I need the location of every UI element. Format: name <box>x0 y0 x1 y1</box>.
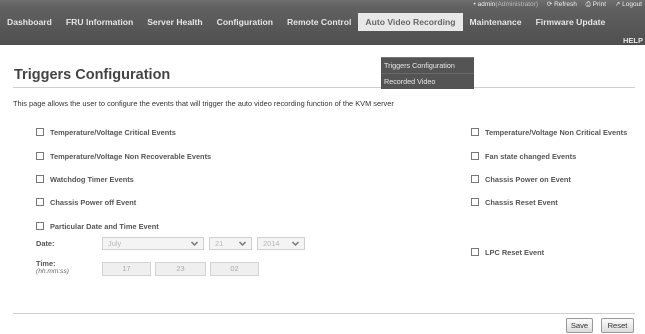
trigger-label: LPC Reset Event <box>485 247 545 257</box>
save-button[interactable]: Save <box>566 318 593 333</box>
trigger-particular-date-time[interactable]: Particular Date and Time Event <box>36 221 159 231</box>
chevron-down-icon <box>190 241 199 247</box>
footer-divider <box>13 313 635 314</box>
trigger-temp-voltage-non-recoverable[interactable]: Temperature/Voltage Non Recoverable Even… <box>36 151 211 161</box>
trigger-label: Temperature/Voltage Non Recoverable Even… <box>50 151 212 161</box>
time-hours-input[interactable]: 17 <box>102 262 151 276</box>
checkbox[interactable] <box>471 128 479 136</box>
page-title: Triggers Configuration <box>14 67 171 83</box>
time-format-hint: (hh:mm:ss) <box>36 268 69 275</box>
nav-dashboard[interactable]: Dashboard <box>0 13 59 31</box>
submenu-recorded-video[interactable]: Recorded Video <box>381 73 474 89</box>
trigger-label: Chassis Reset Event <box>485 197 558 207</box>
chevron-down-icon <box>291 241 300 247</box>
nav-firmware-update[interactable]: Firmware Update <box>529 13 613 31</box>
trigger-temp-voltage-non-critical[interactable]: Temperature/Voltage Non Critical Events <box>471 127 627 137</box>
checkbox[interactable] <box>36 128 44 136</box>
trigger-label: Particular Date and Time Event <box>50 221 159 231</box>
trigger-chassis-power-off[interactable]: Chassis Power off Event <box>36 197 136 207</box>
user-role: (Administrator) <box>495 1 538 8</box>
user-bullet-icon: • <box>473 1 476 8</box>
year-select[interactable]: 2014 <box>257 237 305 250</box>
reset-button[interactable]: Reset <box>601 318 634 333</box>
trigger-label: Chassis Power on Event <box>485 174 571 184</box>
time-seconds-input[interactable]: 02 <box>210 262 259 276</box>
logout-label: Logout <box>622 1 642 8</box>
nav-server-health[interactable]: Server Health <box>140 13 209 31</box>
logout-link[interactable]: ↗ Logout <box>615 1 642 8</box>
title-divider <box>13 87 635 88</box>
help-link[interactable]: HELP <box>623 36 643 45</box>
trigger-label: Temperature/Voltage Critical Events <box>50 127 176 137</box>
print-link[interactable]: ⎙ Print <box>586 1 606 8</box>
year-value: 2014 <box>263 239 280 248</box>
nav-auto-video-recording[interactable]: Auto Video Recording <box>358 13 463 31</box>
chevron-down-icon <box>238 241 247 247</box>
trigger-fan-state-changed[interactable]: Fan state changed Events <box>471 151 576 161</box>
auto-video-submenu: Triggers Configuration Recorded Video <box>381 57 474 89</box>
refresh-icon: ⟳ <box>546 1 555 8</box>
checkbox[interactable] <box>36 152 44 160</box>
checkbox[interactable] <box>36 222 44 230</box>
trigger-temp-voltage-critical[interactable]: Temperature/Voltage Critical Events <box>36 127 176 137</box>
trigger-lpc-reset[interactable]: LPC Reset Event <box>471 247 544 257</box>
month-value: July <box>108 239 122 248</box>
trigger-label: Temperature/Voltage Non Critical Events <box>485 127 628 137</box>
month-select[interactable]: July <box>102 237 204 250</box>
time-label: Time: <box>36 259 56 268</box>
nav-fru-information[interactable]: FRU Information <box>59 13 140 31</box>
trigger-label: Fan state changed Events <box>485 151 577 161</box>
day-value: 21 <box>215 239 224 248</box>
trigger-label: Watchdog Timer Events <box>50 174 134 184</box>
main-nav: Dashboard FRU Information Server Health … <box>0 9 645 45</box>
print-icon: ⎙ <box>585 1 593 8</box>
print-label: Print <box>592 1 607 8</box>
refresh-link[interactable]: ⟳ Refresh <box>547 1 577 8</box>
checkbox[interactable] <box>36 198 44 206</box>
trigger-chassis-power-on[interactable]: Chassis Power on Event <box>471 174 571 184</box>
page-description: This page allows the user to configure t… <box>13 99 394 108</box>
submenu-triggers-configuration[interactable]: Triggers Configuration <box>381 58 474 73</box>
status-strip: • admin(Administrator) ⟳ Refresh ⎙ Print… <box>0 0 645 9</box>
nav-maintenance[interactable]: Maintenance <box>463 13 529 31</box>
checkbox[interactable] <box>471 198 479 206</box>
nav-remote-control[interactable]: Remote Control <box>280 13 358 31</box>
trigger-label: Chassis Power off Event <box>50 197 137 207</box>
time-minutes-input[interactable]: 23 <box>155 262 206 276</box>
trigger-watchdog-timer[interactable]: Watchdog Timer Events <box>36 174 134 184</box>
user-name: admin <box>477 1 496 8</box>
nav-configuration[interactable]: Configuration <box>210 13 280 31</box>
trigger-chassis-reset[interactable]: Chassis Reset Event <box>471 197 558 207</box>
page: • admin(Administrator) ⟳ Refresh ⎙ Print… <box>0 0 645 334</box>
user-indicator: • admin(Administrator) <box>474 1 540 8</box>
day-select[interactable]: 21 <box>209 237 252 250</box>
checkbox[interactable] <box>36 175 44 183</box>
checkbox[interactable] <box>471 248 479 256</box>
checkbox[interactable] <box>471 175 479 183</box>
date-label: Date: <box>36 239 55 248</box>
refresh-label: Refresh <box>554 1 577 8</box>
checkbox[interactable] <box>471 152 479 160</box>
